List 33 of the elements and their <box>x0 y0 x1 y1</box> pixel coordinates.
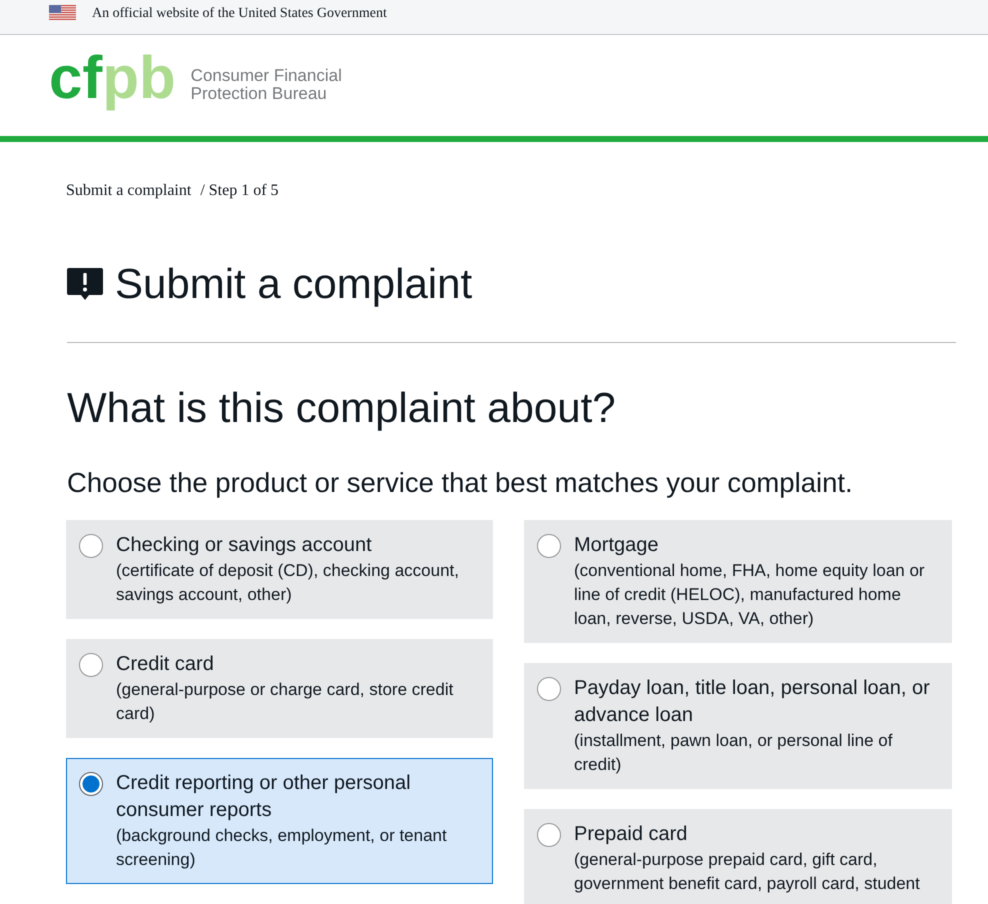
radio-button[interactable] <box>79 534 103 558</box>
option-description: (conventional home, FHA, home equity loan or line of credit (HELOC), manufactured home loan, reverse, USDA, VA, other) <box>574 560 926 630</box>
option-card[interactable]: Payday loan, title loan, personal loan, or advance loan (installment, pawn loan, or personal line of credit) <box>524 663 952 789</box>
radio-button[interactable] <box>79 772 103 796</box>
option-card[interactable]: Prepaid card (general-purpose prepaid card, gift card, government benefit card, payroll card, student <box>524 809 952 904</box>
question-heading: What is this complaint about? <box>66 383 617 433</box>
option-card[interactable]: Mortgage (conventional home, FHA, home equity loan or line of credit (HELOC), manufactured home loan, reverse, USDA, VA, other) <box>524 520 952 643</box>
option-description: (background checks, employment, or tenant screening) <box>116 825 448 871</box>
option-description: (installment, pawn loan, or personal line of credit) <box>574 730 894 776</box>
gov-banner-text: An official website of the United States Government <box>92 5 387 22</box>
option-title: Credit card <box>116 652 215 677</box>
radio-button[interactable] <box>537 822 561 846</box>
radio-button[interactable] <box>79 652 103 676</box>
option-description: (general-purpose or charge card, store credit card) <box>116 679 454 725</box>
flag-icon <box>49 5 76 20</box>
breadcrumb-step: / Step 1 of 5 <box>200 181 279 201</box>
exclamation-bubble-icon <box>67 268 103 300</box>
radio-button[interactable] <box>537 676 561 700</box>
page-title: Submit a complaint <box>115 259 472 309</box>
option-description: (certificate of deposit (CD), checking account, savings account, other) <box>116 560 460 606</box>
breadcrumb-item[interactable]: Submit a complaint <box>66 181 192 201</box>
option-card[interactable]: Credit reporting or other personal consumer reports (background checks, employment, or tenant screening) <box>66 758 493 884</box>
question-prompt: Choose the product or service that best matches your complaint. <box>67 466 854 499</box>
option-card[interactable]: Checking or savings account (certificate of deposit (CD), checking account, savings account, other) <box>66 520 493 619</box>
agency-name: Consumer Financial Protection Bureau <box>190 67 342 103</box>
radio-button[interactable] <box>537 534 561 558</box>
option-title: Credit reporting or other personal consumer reports <box>116 771 412 823</box>
option-description: (general-purpose prepaid card, gift card, government benefit card, payroll card, student <box>574 849 921 895</box>
option-title: Checking or savings account <box>116 533 373 558</box>
option-title: Prepaid card <box>574 822 688 847</box>
option-title: Payday loan, title loan, personal loan, or advance loan <box>574 676 931 728</box>
option-title: Mortgage <box>574 533 660 558</box>
option-card[interactable]: Credit card (general-purpose or charge card, store credit card) <box>66 639 493 738</box>
